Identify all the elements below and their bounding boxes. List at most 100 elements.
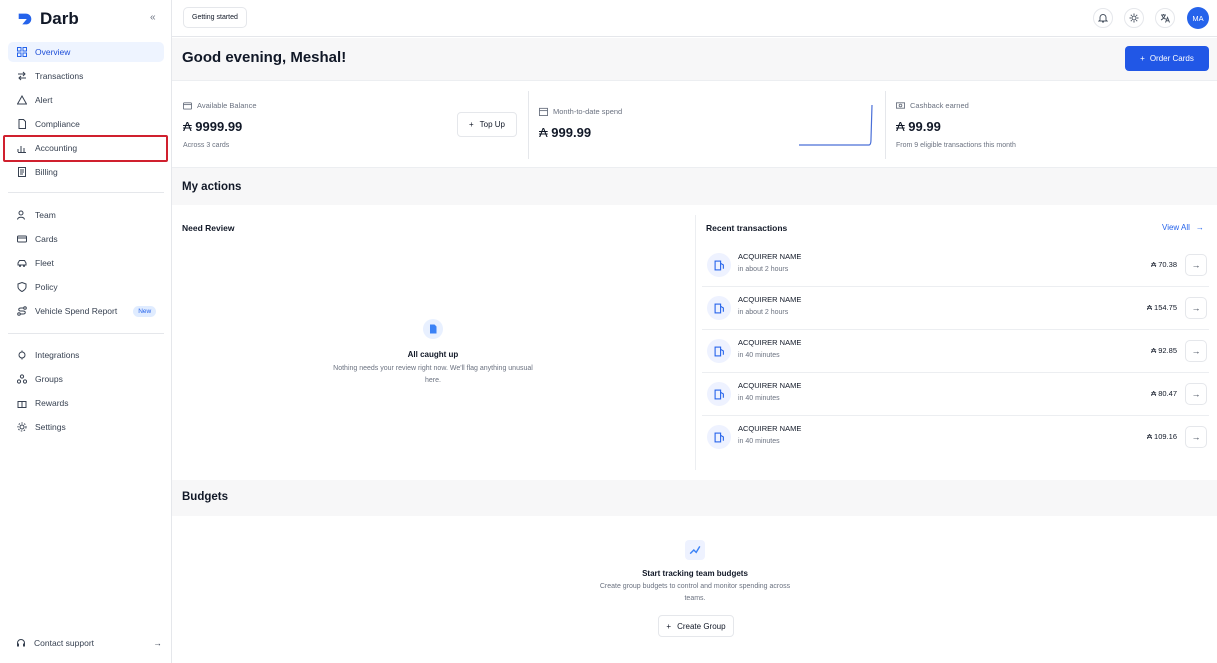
bell-icon[interactable] (1093, 8, 1113, 28)
acquirer-name: ACQUIRER NAME (738, 424, 802, 433)
balance-label-text: Available Balance (197, 101, 257, 110)
transaction-amount: ₳ 154.75 (1102, 303, 1177, 312)
all-caught-up-title: All caught up (407, 350, 459, 359)
open-transaction-button[interactable]: → (1185, 383, 1207, 405)
currency-symbol: ₳ (539, 125, 548, 140)
sidebar-item-compliance[interactable]: Compliance (8, 114, 164, 134)
page-title: Good evening, Meshal! (182, 49, 347, 66)
sidebar-item-settings[interactable]: Settings (8, 417, 164, 437)
cashback-label-text: Cashback earned (910, 101, 969, 110)
spend-sparkline (799, 104, 873, 146)
alert-triangle-icon (17, 95, 27, 105)
sidebar-item-groups[interactable]: Groups (8, 369, 164, 389)
amount-value: 80.47 (1158, 389, 1177, 398)
arrows-icon (17, 71, 27, 81)
grid-icon (17, 47, 27, 57)
sidebar-item-policy[interactable]: Policy (8, 277, 164, 297)
acquirer-name: ACQUIRER NAME (738, 252, 802, 261)
transaction-time: in 40 minutes (738, 438, 780, 445)
collapse-sidebar-icon[interactable]: « (150, 12, 156, 23)
transaction-time: in 40 minutes (738, 395, 780, 402)
transaction-row[interactable]: ACQUIRER NAME in 40 minutes ₳ 80.47 → (702, 373, 1209, 416)
open-transaction-button[interactable]: → (1185, 340, 1207, 362)
route-icon (17, 306, 27, 316)
contact-support[interactable]: Contact support → (16, 638, 162, 648)
month-amount: 999.99 (551, 125, 592, 140)
order-cards-button[interactable]: + Order Cards (1125, 46, 1209, 71)
sidebar-item-vehicle-spend-report[interactable]: Vehicle Spend Report New (8, 301, 164, 321)
users-icon (17, 210, 27, 220)
balance-sub: Across 3 cards (183, 142, 230, 149)
budgets-empty-title: Start tracking team budgets (642, 569, 748, 578)
sidebar-item-team[interactable]: Team (8, 205, 164, 225)
month-spend-card: Month-to-date spend ₳ 999.99 (529, 81, 884, 169)
need-review-title: Need Review (182, 223, 235, 233)
translate-icon[interactable] (1155, 8, 1175, 28)
headset-icon (16, 638, 26, 648)
order-cards-label: Order Cards (1149, 54, 1194, 63)
sidebar-item-alert[interactable]: Alert (8, 90, 164, 110)
cashback-amount: 99.99 (908, 119, 941, 134)
sidebar-item-overview[interactable]: Overview (8, 42, 164, 62)
getting-started-button[interactable]: Getting started (183, 7, 247, 28)
currency-symbol: ₳ (1151, 346, 1157, 355)
sidebar-item-integrations[interactable]: Integrations (8, 345, 164, 365)
gift-icon (17, 398, 27, 408)
transaction-amount: ₳ 109.16 (1102, 432, 1177, 441)
budgets-empty-desc: Create group budgets to control and moni… (545, 581, 845, 605)
cashback-sub: From 9 eligible transactions this month (896, 142, 1016, 149)
sidebar-item-rewards[interactable]: Rewards (8, 393, 164, 413)
sidebar-item-fleet[interactable]: Fleet (8, 253, 164, 273)
fuel-icon (707, 382, 731, 406)
document-check-icon (423, 319, 443, 339)
top-up-button[interactable]: + Top Up (457, 112, 517, 137)
sidebar-item-label: Fleet (35, 258, 54, 268)
sidebar-item-label: Overview (35, 47, 71, 57)
sidebar-item-cards[interactable]: Cards (8, 229, 164, 249)
sidebar-item-label: Settings (35, 422, 66, 432)
sidebar-item-label: Cards (35, 234, 58, 244)
transaction-row[interactable]: ACQUIRER NAME in about 2 hours ₳ 70.38 → (702, 244, 1209, 287)
balance-label: Available Balance (183, 101, 257, 110)
desc-line: here. (425, 377, 441, 384)
create-group-button[interactable]: + Create Group (658, 615, 734, 637)
balance-value: ₳ 9999.99 (183, 119, 242, 134)
open-transaction-button[interactable]: → (1185, 297, 1207, 319)
acquirer-name: ACQUIRER NAME (738, 381, 802, 390)
sidebar-item-label: Groups (35, 374, 63, 384)
sun-icon[interactable] (1124, 8, 1144, 28)
open-transaction-button[interactable]: → (1185, 426, 1207, 448)
currency-symbol: ₳ (1146, 303, 1152, 312)
amount-value: 154.75 (1154, 303, 1177, 312)
view-all-link[interactable]: View All → (1162, 223, 1204, 232)
available-balance-card: Available Balance ₳ 9999.99 Across 3 car… (172, 81, 527, 169)
user-avatar[interactable]: MA (1187, 7, 1209, 29)
fuel-icon (707, 339, 731, 363)
divider (695, 215, 696, 470)
my-actions-title: My actions (182, 181, 242, 193)
budgets-panel: Start tracking team budgets Create group… (172, 516, 1217, 663)
receipt-icon (17, 167, 27, 177)
amount-value: 92.85 (1158, 346, 1177, 355)
recent-transactions-title: Recent transactions (706, 223, 788, 233)
sidebar-item-billing[interactable]: Billing (8, 162, 164, 182)
sidebar-item-label: Compliance (35, 119, 80, 129)
sidebar-item-transactions[interactable]: Transactions (8, 66, 164, 86)
my-actions-panel: Need Review All caught up Nothing needs … (172, 205, 1217, 480)
car-icon (17, 258, 27, 268)
transaction-row[interactable]: ACQUIRER NAME in about 2 hours ₳ 154.75 … (702, 287, 1209, 330)
desc-line: teams. (684, 595, 706, 602)
currency-symbol: ₳ (1151, 260, 1157, 269)
cashback-label: Cashback earned (896, 101, 969, 110)
transaction-row[interactable]: ACQUIRER NAME in 40 minutes ₳ 92.85 → (702, 330, 1209, 373)
app-name: Darb (40, 9, 79, 28)
plus-icon: + (666, 621, 672, 631)
transaction-time: in about 2 hours (738, 309, 789, 316)
transaction-row[interactable]: ACQUIRER NAME in 40 minutes ₳ 109.16 → (702, 416, 1209, 459)
cashback-value: ₳ 99.99 (896, 119, 941, 134)
desc-line: Nothing needs your review right now. We'… (333, 365, 533, 372)
divider (8, 192, 164, 193)
plus-icon: + (1140, 54, 1145, 63)
open-transaction-button[interactable]: → (1185, 254, 1207, 276)
logo[interactable]: Darb (16, 9, 79, 29)
